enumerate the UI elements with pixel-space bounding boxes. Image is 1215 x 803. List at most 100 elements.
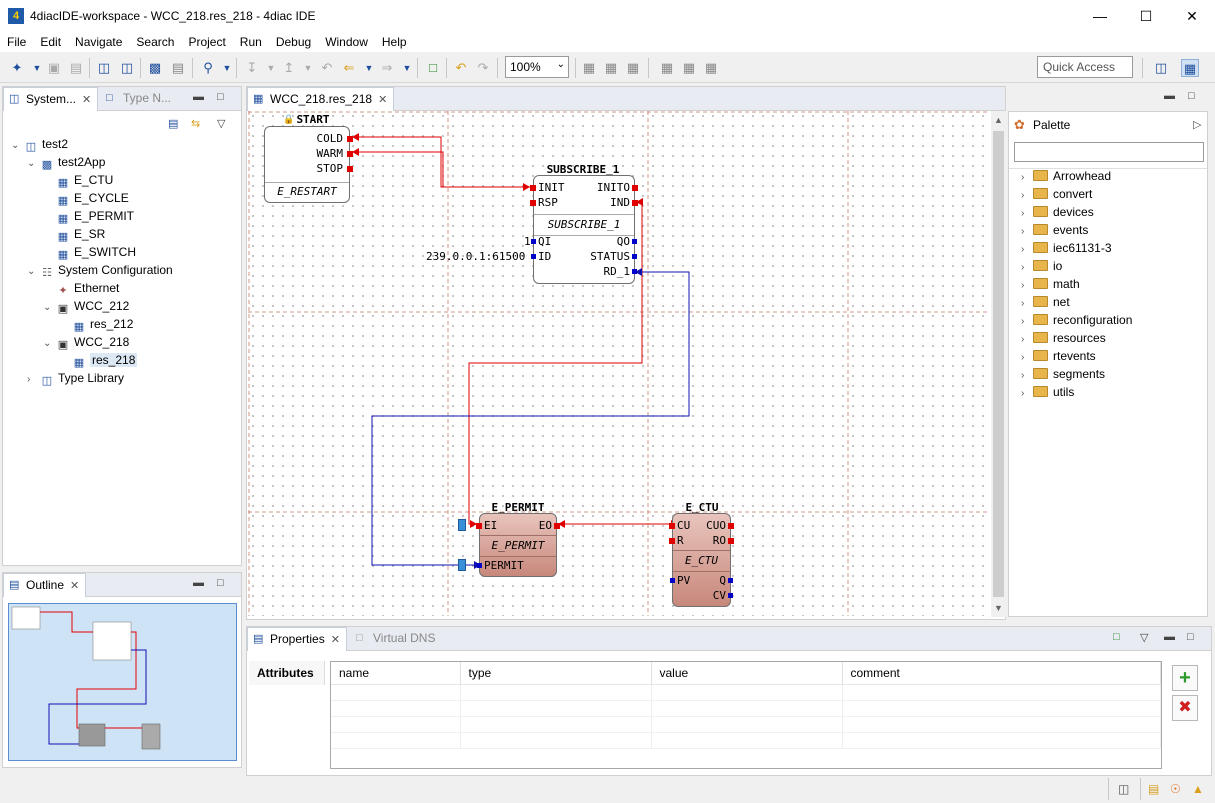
- port-cold[interactable]: COLD: [317, 132, 344, 145]
- menu-project[interactable]: Project: [181, 35, 232, 49]
- palette-item-utils[interactable]: › utils: [1021, 383, 1074, 401]
- port-permit[interactable]: PERMIT: [484, 559, 524, 572]
- undo-icon[interactable]: ↶: [452, 59, 470, 77]
- minimize-view-icon[interactable]: ▬: [193, 91, 204, 103]
- fb-ctu[interactable]: CU R CUO RO E_CTU PV Q CV: [669, 513, 734, 607]
- port-stop[interactable]: STOP: [317, 162, 344, 175]
- tree-item-e-switch[interactable]: ▦ E_SWITCH: [55, 243, 136, 261]
- tree-item-e-cycle[interactable]: ▦ E_CYCLE: [55, 189, 129, 207]
- editor-vertical-scrollbar[interactable]: ▲ ▼: [991, 111, 1006, 617]
- chevron-down-icon[interactable]: ▼: [994, 603, 1003, 613]
- port-cu[interactable]: CU: [677, 519, 690, 532]
- tab-outline[interactable]: ▤ Outline ✕: [3, 573, 87, 597]
- quick-access-input[interactable]: Quick Access: [1037, 56, 1133, 78]
- align-left-icon[interactable]: ▦: [580, 59, 598, 77]
- watch-marker-icon[interactable]: [458, 519, 466, 531]
- forward-icon[interactable]: ⇒: [378, 59, 396, 77]
- port-ind[interactable]: IND: [610, 196, 630, 209]
- search-dropdown-icon[interactable]: ▼: [218, 59, 236, 77]
- attributes-table[interactable]: name type value comment: [330, 661, 1162, 769]
- column-type[interactable]: type: [460, 662, 652, 685]
- redo-icon[interactable]: ↷: [474, 59, 492, 77]
- tab-system-explorer[interactable]: ◫ System... ✕: [3, 87, 99, 111]
- search-icon[interactable]: ⚲: [199, 59, 217, 77]
- chevron-right-icon[interactable]: ▷: [1193, 118, 1201, 131]
- minimize-editor-icon[interactable]: ▬: [1164, 90, 1175, 102]
- column-name[interactable]: name: [331, 662, 461, 685]
- new-application-icon[interactable]: ◫: [118, 59, 136, 77]
- save-icon[interactable]: ▣: [45, 59, 63, 77]
- previous-annotation-icon[interactable]: ↥: [280, 59, 298, 77]
- close-icon[interactable]: ✕: [378, 94, 387, 106]
- port-cv[interactable]: CV: [713, 589, 726, 602]
- view-menu-icon[interactable]: ▽: [1140, 631, 1148, 644]
- maximize-view-icon[interactable]: □: [217, 577, 224, 589]
- minimize-view-icon[interactable]: ▬: [1164, 631, 1175, 643]
- pin-icon[interactable]: □: [1113, 631, 1120, 643]
- tutorial-icon[interactable]: ▲: [1192, 782, 1204, 796]
- chevron-up-icon[interactable]: ▲: [994, 115, 1003, 125]
- tree-item-type-library[interactable]: › ◫ Type Library: [27, 369, 124, 387]
- column-comment[interactable]: comment: [842, 662, 1161, 685]
- port-warm[interactable]: WARM: [317, 147, 344, 160]
- attributes-section-tab[interactable]: Attributes: [249, 661, 325, 685]
- fb-start[interactable]: COLD WARM STOP E_RESTART: [264, 126, 353, 203]
- save-all-icon[interactable]: ▤: [67, 59, 85, 77]
- menu-navigate[interactable]: Navigate: [68, 35, 129, 49]
- menu-debug[interactable]: Debug: [269, 35, 318, 49]
- palette-item-iec61131-3[interactable]: › iec61131-3: [1021, 239, 1112, 257]
- new-fb-icon[interactable]: □: [424, 59, 442, 77]
- port-q[interactable]: Q: [719, 574, 726, 587]
- close-icon[interactable]: ✕: [70, 580, 79, 592]
- minimize-button[interactable]: —: [1077, 0, 1123, 32]
- port-inito[interactable]: INITO: [597, 181, 630, 194]
- align-top-icon[interactable]: ▦: [658, 59, 676, 77]
- align-right-icon[interactable]: ▦: [624, 59, 642, 77]
- palette-filter-input[interactable]: [1014, 142, 1204, 162]
- menu-file[interactable]: File: [0, 35, 33, 49]
- perspective-4diac-icon[interactable]: ▦: [1181, 59, 1199, 77]
- menu-search[interactable]: Search: [129, 35, 181, 49]
- port-qi[interactable]: QI: [538, 235, 551, 248]
- scrollbar-thumb[interactable]: [993, 131, 1004, 597]
- tab-type-navigator[interactable]: □ Type N...: [101, 87, 177, 111]
- port-status[interactable]: STATUS: [590, 250, 630, 263]
- palette-item-events[interactable]: › events: [1021, 221, 1088, 239]
- port-pv[interactable]: PV: [677, 574, 690, 587]
- tree-item-test2app[interactable]: ⌄ ▩ test2App: [27, 153, 105, 171]
- tree-item-e-ctu[interactable]: ▦ E_CTU: [55, 171, 114, 189]
- watch-marker-icon[interactable]: [458, 559, 466, 571]
- new-type-icon[interactable]: ▩: [146, 59, 164, 77]
- back-dropdown-icon[interactable]: ▼: [360, 59, 378, 77]
- view-menu-icon[interactable]: ▽: [217, 117, 225, 130]
- palette-item-devices[interactable]: › devices: [1021, 203, 1094, 221]
- outline-thumbnail[interactable]: [8, 603, 237, 761]
- maximize-view-icon[interactable]: □: [217, 91, 224, 103]
- close-icon[interactable]: ✕: [331, 634, 340, 646]
- new-icon[interactable]: ✦: [8, 59, 26, 77]
- tree-item-res-218[interactable]: ▦ res_218: [71, 351, 138, 369]
- help-icon[interactable]: ☉: [1170, 782, 1181, 796]
- import-icon[interactable]: ▤: [169, 59, 187, 77]
- progress-icon[interactable]: ◫: [1118, 782, 1129, 796]
- tab-editor-wcc-218-res-218[interactable]: ▦ WCC_218.res_218 ✕: [247, 87, 395, 111]
- close-button[interactable]: ✕: [1169, 0, 1215, 32]
- port-qo[interactable]: QO: [617, 235, 630, 248]
- align-bottom-icon[interactable]: ▦: [702, 59, 720, 77]
- tree-item-wcc-218[interactable]: ⌄ ▣ WCC_218: [43, 333, 129, 351]
- close-icon[interactable]: ✕: [82, 94, 91, 106]
- tree-item-e-permit[interactable]: ▦ E_PERMIT: [55, 207, 134, 225]
- next-annotation-dropdown-icon[interactable]: ▼: [262, 59, 280, 77]
- palette-item-resources[interactable]: › resources: [1021, 329, 1106, 347]
- tree-item-ethernet[interactable]: ✦ Ethernet: [55, 279, 119, 297]
- add-attribute-button[interactable]: +: [1172, 665, 1198, 691]
- menu-window[interactable]: Window: [318, 35, 375, 49]
- new-system-icon[interactable]: ◫: [95, 59, 113, 77]
- tab-virtual-dns[interactable]: □ Virtual DNS: [351, 627, 441, 651]
- zoom-combo[interactable]: 100% ⌄: [505, 56, 569, 78]
- fb-subscribe[interactable]: INIT RSP INITO IND SUBSCRIBE_1 QI ID QO …: [530, 175, 638, 284]
- align-middle-icon[interactable]: ▦: [680, 59, 698, 77]
- book-icon[interactable]: ▤: [1148, 782, 1159, 796]
- palette-item-segments[interactable]: › segments: [1021, 365, 1105, 383]
- tree-item-res-212[interactable]: ▦ res_212: [71, 315, 134, 333]
